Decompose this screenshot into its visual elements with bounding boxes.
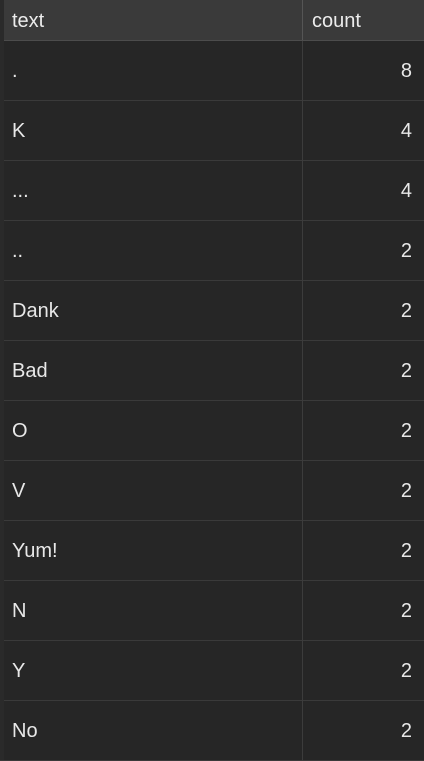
cell-text[interactable]: V: [0, 461, 303, 521]
cell-count[interactable]: 2: [303, 521, 424, 581]
column-header-count[interactable]: count: [303, 0, 424, 40]
cell-count[interactable]: 2: [303, 401, 424, 461]
cell-text[interactable]: .: [0, 41, 303, 101]
table-row[interactable]: V 2: [0, 461, 424, 521]
cell-text[interactable]: O: [0, 401, 303, 461]
table-header: text count: [0, 0, 424, 41]
table-row[interactable]: .. 2: [0, 221, 424, 281]
cell-text[interactable]: Dank: [0, 281, 303, 341]
cell-count[interactable]: 2: [303, 221, 424, 281]
table-body: . 8 K 4 ... 4 .. 2 Dank 2 Bad 2 O 2 V 2: [0, 41, 424, 761]
table-row[interactable]: O 2: [0, 401, 424, 461]
cell-count[interactable]: 2: [303, 701, 424, 761]
table-row[interactable]: Bad 2: [0, 341, 424, 401]
cell-count[interactable]: 2: [303, 341, 424, 401]
table-row[interactable]: N 2: [0, 581, 424, 641]
cell-text[interactable]: Bad: [0, 341, 303, 401]
results-grid: text count . 8 K 4 ... 4 .. 2 Dank 2 Bad…: [0, 0, 424, 761]
cell-count[interactable]: 2: [303, 281, 424, 341]
cell-count[interactable]: 4: [303, 161, 424, 221]
cell-text[interactable]: No: [0, 701, 303, 761]
cell-count[interactable]: 2: [303, 461, 424, 521]
table-row[interactable]: Y 2: [0, 641, 424, 701]
table-row[interactable]: K 4: [0, 101, 424, 161]
cell-count[interactable]: 2: [303, 581, 424, 641]
cell-text[interactable]: Yum!: [0, 521, 303, 581]
table-row[interactable]: ... 4: [0, 161, 424, 221]
column-header-text[interactable]: text: [0, 0, 303, 40]
cell-text[interactable]: K: [0, 101, 303, 161]
cell-count[interactable]: 4: [303, 101, 424, 161]
table-row[interactable]: No 2: [0, 701, 424, 761]
cell-text[interactable]: N: [0, 581, 303, 641]
cell-text[interactable]: ...: [0, 161, 303, 221]
cell-text[interactable]: ..: [0, 221, 303, 281]
table-row[interactable]: Dank 2: [0, 281, 424, 341]
table-row[interactable]: Yum! 2: [0, 521, 424, 581]
table-row[interactable]: . 8: [0, 41, 424, 101]
left-edge-divider: [0, 0, 4, 760]
cell-text[interactable]: Y: [0, 641, 303, 701]
cell-count[interactable]: 8: [303, 41, 424, 101]
cell-count[interactable]: 2: [303, 641, 424, 701]
